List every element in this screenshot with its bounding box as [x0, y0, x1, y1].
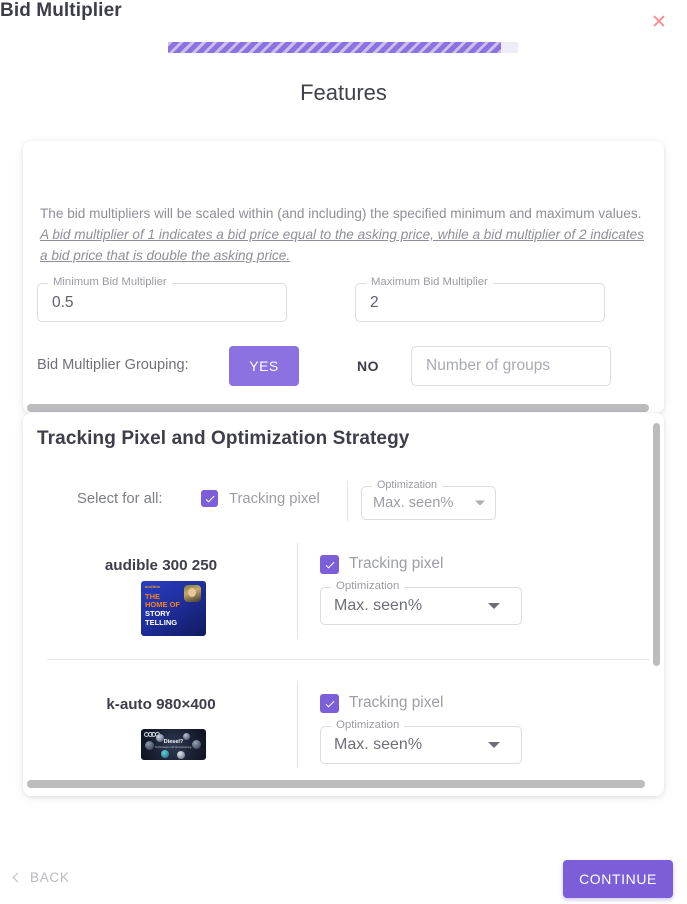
check-icon [205, 495, 214, 502]
maximum-bid-multiplier-field[interactable]: 2 Maximum Bid Multiplier [355, 276, 605, 322]
wizard-progress-bar [168, 42, 518, 53]
select-all-checkbox-label: Tracking pixel [229, 491, 320, 507]
creative-optimization-label: Optimization [331, 719, 405, 731]
audi-subline: Technologie und Verantwortung. [154, 746, 193, 749]
creative-name: audible 300 250 [104, 557, 218, 574]
creative-optimization-value: Max. seen% [334, 736, 423, 753]
field-box: Max. seen% [361, 486, 496, 520]
grouping-no-button[interactable]: NO [337, 346, 399, 386]
divider [47, 659, 649, 660]
audible-ad-art: audible THE HOME OF STORY TELLING [141, 581, 206, 636]
creative-tracking-pixel-checkbox[interactable] [320, 694, 339, 713]
select-for-all-row: Select for all: Tracking pixel Max. seen… [37, 477, 517, 525]
check-icon [325, 700, 334, 707]
bid-card-horizontal-scrollbar[interactable] [27, 404, 649, 412]
back-button-label: BACK [30, 870, 70, 885]
decor-shape [161, 750, 169, 758]
features-step-dialog: ✕ Features Bid Multiplier The bid multip… [0, 0, 687, 904]
page-title: Features [300, 80, 387, 105]
audible-line-3: STORY [145, 609, 171, 618]
maximum-bid-multiplier-value: 2 [370, 293, 379, 311]
tracking-pixel-title: Tracking Pixel and Optimization Strategy [37, 428, 410, 449]
audible-line-2: HOME OF [145, 600, 180, 609]
minimum-bid-multiplier-field[interactable]: 0.5 Minimum Bid Multiplier [37, 276, 287, 322]
creative-row: audible 300 250 audible THE HOME OF STOR… [37, 537, 649, 647]
audi-ad-art: Diesel? Technologie und Verantwortung. [141, 729, 206, 760]
chevron-left-icon [12, 872, 23, 883]
creative-optimization-select[interactable]: Max. seen% Optimization [320, 580, 522, 625]
close-icon[interactable]: ✕ [645, 8, 673, 36]
number-of-groups-field[interactable]: Number of groups [411, 346, 611, 386]
select-all-tracking-pixel-checkbox[interactable] [201, 490, 218, 507]
grouping-yes-button[interactable]: YES [229, 346, 299, 386]
decor-shape [177, 751, 185, 759]
bid-multiplier-description: The bid multipliers will be scaled withi… [40, 204, 648, 267]
portrait-thumbnail [184, 585, 201, 602]
continue-button[interactable]: CONTINUE [563, 860, 673, 898]
audi-headline: Diesel? [163, 739, 184, 745]
field-box: Max. seen% [320, 587, 522, 625]
chevron-down-icon [475, 500, 485, 506]
minimum-bid-multiplier-label: Minimum Bid Multiplier [48, 276, 172, 288]
minimum-bid-multiplier-value: 0.5 [52, 293, 74, 311]
description-plain: The bid multipliers will be scaled withi… [40, 206, 642, 221]
description-emphasis: A bid multiplier of 1 indicates a bid pr… [40, 226, 644, 263]
creative-thumbnail: audible THE HOME OF STORY TELLING [141, 581, 206, 636]
select-all-optimization-value: Max. seen% [373, 495, 454, 511]
bid-multiplier-grouping-label: Bid Multiplier Grouping: [37, 357, 189, 373]
back-button[interactable]: BACK [12, 870, 70, 885]
field-box: 2 [355, 283, 605, 322]
field-box: Number of groups [411, 346, 611, 386]
dialog-footer: BACK CONTINUE [0, 856, 687, 904]
select-all-optimization-select[interactable]: Max. seen% Optimization [361, 479, 496, 520]
divider [297, 543, 298, 639]
chevron-down-icon [488, 742, 500, 748]
number-of-groups-placeholder: Number of groups [426, 357, 551, 374]
divider [297, 682, 298, 768]
check-icon [325, 561, 334, 568]
divider [347, 481, 348, 521]
bid-multiplier-title: Bid Multiplier [0, 0, 122, 21]
field-box: Max. seen% [320, 726, 522, 764]
creative-optimization-select[interactable]: Max. seen% Optimization [320, 719, 522, 764]
creative-row: k-auto 980×400 Diesel? Technologie und V… [37, 676, 649, 786]
field-box: 0.5 [37, 283, 287, 322]
tracking-pixel-card: Tracking Pixel and Optimization Strategy… [23, 413, 664, 796]
tracking-card-horizontal-scrollbar[interactable] [27, 780, 645, 788]
bid-multiplier-grouping-row: Bid Multiplier Grouping: YES NO Number o… [37, 346, 617, 386]
creative-thumbnail: Diesel? Technologie und Verantwortung. [141, 729, 206, 760]
creative-optimization-label: Optimization [331, 580, 405, 592]
progress-bar-fill [168, 42, 501, 53]
maximum-bid-multiplier-label: Maximum Bid Multiplier [366, 276, 493, 288]
select-all-optimization-label: Optimization [372, 479, 443, 491]
audible-logo: audible [145, 584, 161, 589]
creative-name: k-auto 980×400 [106, 696, 216, 713]
chevron-down-icon [488, 603, 500, 609]
audible-line-4: TELLING [145, 618, 178, 627]
creative-tracking-pixel-checkbox[interactable] [320, 555, 339, 574]
creative-optimization-value: Max. seen% [334, 597, 423, 614]
tracking-card-vertical-scrollbar[interactable] [653, 423, 660, 666]
creative-checkbox-label: Tracking pixel [349, 555, 444, 572]
select-for-all-label: Select for all: [77, 491, 163, 507]
creative-checkbox-label: Tracking pixel [349, 694, 444, 711]
